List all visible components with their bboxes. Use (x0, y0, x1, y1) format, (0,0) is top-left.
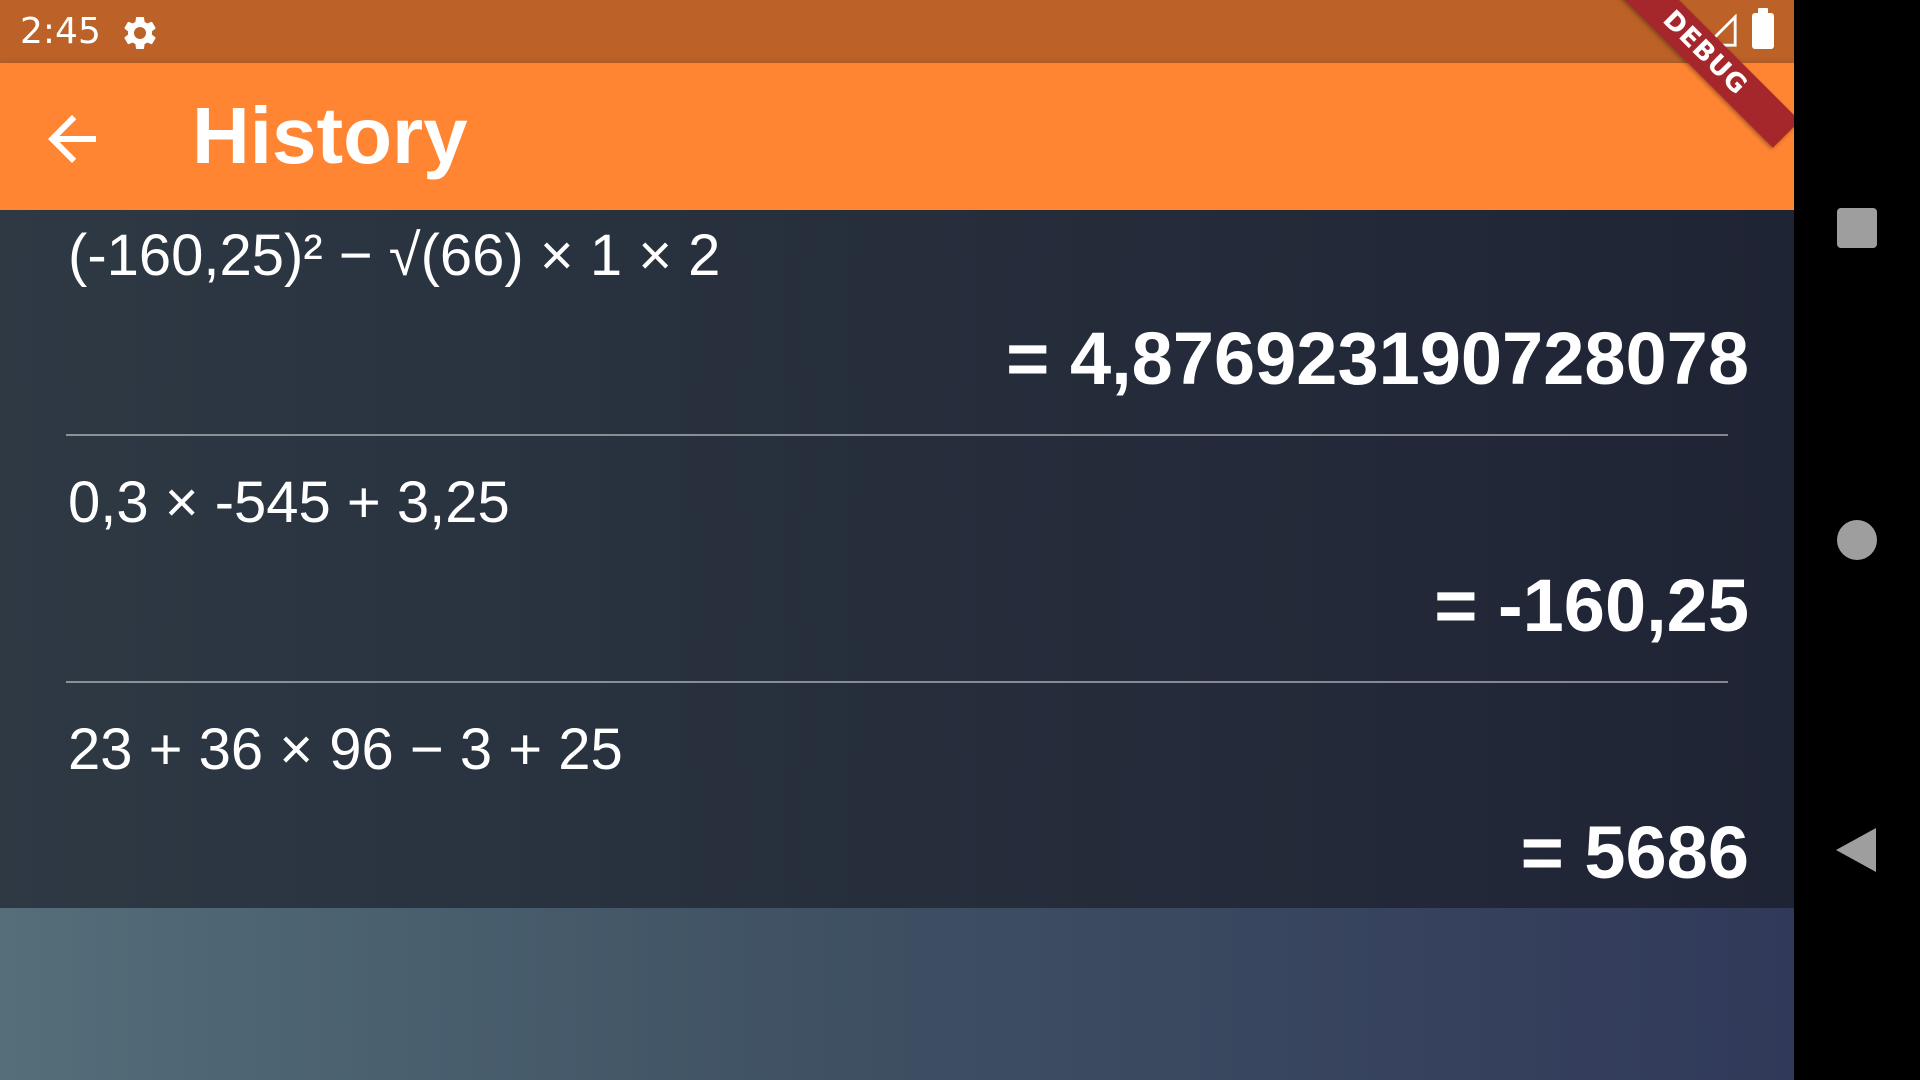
divider (66, 434, 1728, 436)
history-expression: 0,3 × -545 + 3,25 (68, 470, 510, 535)
status-time: 2:45 (20, 11, 101, 52)
history-expression: 23 + 36 × 96 − 3 + 25 (68, 717, 623, 782)
system-nav-bar (1794, 0, 1920, 1080)
history-result: = 4,876923190728078 (1006, 317, 1749, 400)
arrow-left-icon[interactable] (36, 103, 108, 175)
app-screen: 2:45 History DEBUG (-160,25)² − √(66) × … (0, 0, 1794, 1080)
history-list[interactable]: (-160,25)² − √(66) × 1 × 2 = 4,876923190… (0, 210, 1794, 908)
history-entry[interactable]: 23 + 36 × 96 − 3 + 25 = 5686 (0, 704, 1794, 951)
home-circle-icon[interactable] (1837, 520, 1877, 560)
history-entry[interactable]: 0,3 × -545 + 3,25 = -160,25 (0, 457, 1794, 704)
gear-icon (124, 16, 156, 49)
recents-square-icon[interactable] (1837, 208, 1877, 248)
back-triangle-icon[interactable] (1834, 826, 1878, 874)
history-result: = -160,25 (1434, 564, 1749, 647)
history-entry[interactable]: (-160,25)² − √(66) × 1 × 2 = 4,876923190… (0, 210, 1794, 457)
status-bar: 2:45 (0, 0, 1794, 63)
app-bar: History (0, 63, 1794, 210)
page-title: History (192, 91, 468, 180)
battery-icon (1752, 8, 1774, 49)
history-result: = 5686 (1520, 811, 1749, 894)
history-expression: (-160,25)² − √(66) × 1 × 2 (68, 223, 721, 288)
divider (66, 681, 1728, 683)
